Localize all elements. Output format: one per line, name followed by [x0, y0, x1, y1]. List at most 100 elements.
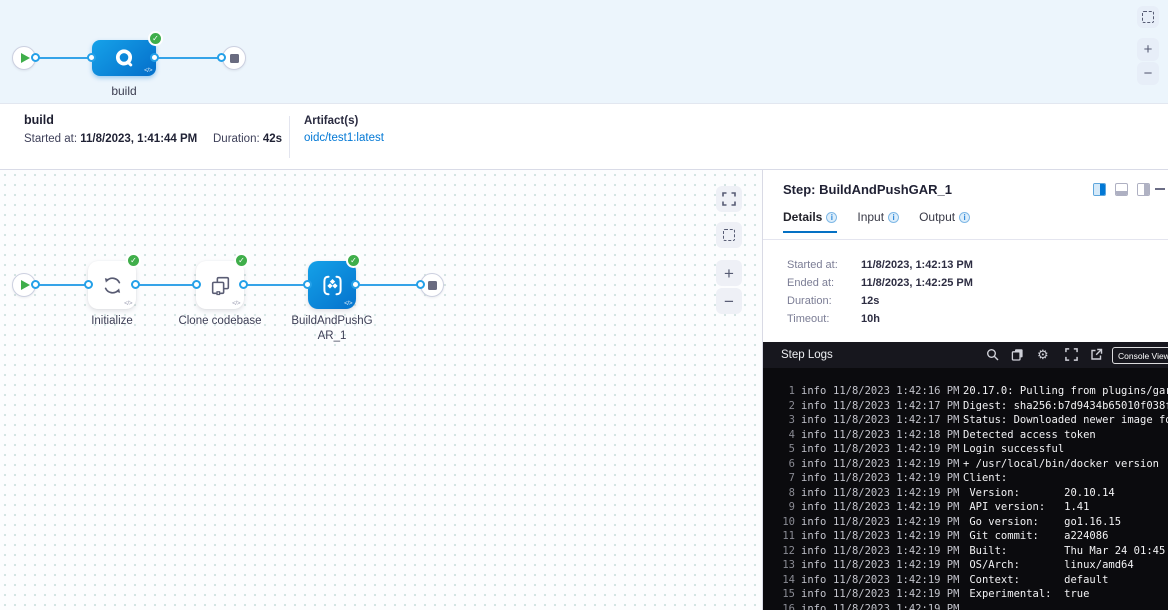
- step-logs-title: Step Logs: [781, 349, 833, 361]
- log-time: 11/8/2023 1:42:19 PM: [833, 602, 957, 610]
- log-num: 6: [781, 457, 795, 472]
- log-msg: Built: Thu Mar 24 01:45: [963, 544, 1168, 559]
- edge-port: [150, 53, 159, 62]
- step-label: BuildAndPushG AR_1: [282, 314, 382, 344]
- ci-stage-icon: [113, 47, 135, 69]
- detail-label: Started at:: [787, 259, 861, 271]
- canvas-fullscreen-button[interactable]: [716, 186, 742, 212]
- step-panel-title: Step: BuildAndPushGAR_1: [783, 182, 952, 197]
- log-line: 1info11/8/2023 1:42:16 PM20.17.0: Pullin…: [781, 384, 1168, 399]
- log-open-in-new-button[interactable]: [1090, 348, 1103, 361]
- log-msg: API version: 1.41: [963, 500, 1168, 515]
- copy-icon: [1011, 348, 1024, 361]
- log-time: 11/8/2023 1:42:19 PM: [833, 558, 957, 573]
- log-msg: Detected access token: [963, 428, 1168, 443]
- gear-icon: ⚙: [1037, 348, 1049, 361]
- stage-info-title: build: [24, 113, 54, 127]
- stage-started-at: Started at: 11/8/2023, 1:41:44 PM: [24, 133, 197, 145]
- log-num: 15: [781, 587, 795, 602]
- log-level: info: [801, 457, 827, 472]
- detail-value: 12s: [861, 295, 973, 307]
- stage-info-bar: build Started at: 11/8/2023, 1:41:44 PM …: [0, 104, 1168, 170]
- log-settings-button[interactable]: ⚙: [1037, 348, 1049, 361]
- log-search-button[interactable]: [986, 348, 999, 361]
- step-node-buildandpushgar-1[interactable]: </>: [308, 261, 356, 309]
- edge-port: [87, 53, 96, 62]
- log-time: 11/8/2023 1:42:19 PM: [833, 573, 957, 588]
- tab-details[interactable]: Details i: [783, 210, 837, 233]
- canvas-marquee-select-button[interactable]: [716, 222, 742, 248]
- tab-output[interactable]: Output i: [919, 210, 970, 233]
- stage-marquee-select-button[interactable]: [1137, 6, 1159, 28]
- stage-graph: </> ✓ build + −: [0, 0, 1168, 104]
- step-node-clone-codebase[interactable]: </>: [196, 261, 244, 309]
- log-time: 11/8/2023 1:42:16 PM: [833, 384, 957, 399]
- panel-minimize-button[interactable]: [1155, 188, 1165, 190]
- log-line: 5info11/8/2023 1:42:19 PMLogin successfu…: [781, 442, 1168, 457]
- plus-icon: +: [724, 265, 734, 282]
- log-line: 10info11/8/2023 1:42:19 PM Go version: g…: [781, 515, 1168, 530]
- edge-port: [31, 53, 40, 62]
- log-time: 11/8/2023 1:42:17 PM: [833, 399, 957, 414]
- step-edge: [353, 284, 422, 286]
- log-msg: Digest: sha256:b7d9434b65010f038f8ec: [963, 399, 1168, 414]
- detail-label: Timeout:: [787, 313, 861, 325]
- log-num: 14: [781, 573, 795, 588]
- layout-split-right-icon[interactable]: [1093, 183, 1106, 196]
- minus-icon: −: [724, 293, 734, 310]
- log-level: info: [801, 602, 827, 610]
- log-num: 1: [781, 384, 795, 399]
- layout-float-icon[interactable]: [1137, 183, 1150, 196]
- log-lines[interactable]: 1info11/8/2023 1:42:16 PM20.17.0: Pullin…: [763, 368, 1168, 610]
- log-msg: OS/Arch: linux/amd64: [963, 558, 1168, 573]
- log-time: 11/8/2023 1:42:18 PM: [833, 428, 957, 443]
- step-label-line: BuildAndPushG: [291, 315, 372, 327]
- open-in-new-icon: [1090, 348, 1103, 361]
- step-edge: [134, 284, 198, 286]
- artifact-link[interactable]: oidc/test1:latest: [304, 132, 384, 144]
- log-copy-button[interactable]: [1011, 348, 1024, 361]
- edge-port: [131, 280, 140, 289]
- expand-icon: [1065, 348, 1078, 361]
- step-tabs: Details i Input i Output i: [783, 210, 970, 233]
- log-level: info: [801, 529, 827, 544]
- stage-zoom-in-button[interactable]: +: [1137, 38, 1159, 61]
- log-level: info: [801, 573, 827, 588]
- layout-split-bottom-icon[interactable]: [1115, 183, 1128, 196]
- log-num: 9: [781, 500, 795, 515]
- clone-codebase-icon: [209, 274, 232, 297]
- play-icon: [21, 280, 30, 290]
- log-level: info: [801, 515, 827, 530]
- stage-label: build: [92, 84, 156, 98]
- code-chevron-icon: </>: [124, 300, 132, 307]
- step-node-initialize[interactable]: </>: [88, 261, 136, 309]
- edge-port: [239, 280, 248, 289]
- log-line: 11info11/8/2023 1:42:19 PM Git commit: a…: [781, 529, 1168, 544]
- tab-label: Details: [783, 210, 822, 224]
- console-view-button[interactable]: Console View: [1112, 347, 1168, 364]
- log-time: 11/8/2023 1:42:17 PM: [833, 413, 957, 428]
- stage-zoom-out-button[interactable]: −: [1137, 62, 1159, 85]
- log-time: 11/8/2023 1:42:19 PM: [833, 486, 957, 501]
- success-badge-icon: ✓: [148, 31, 163, 46]
- detail-value: 11/8/2023, 1:42:25 PM: [861, 277, 973, 289]
- log-fullscreen-button[interactable]: [1065, 348, 1078, 361]
- log-level: info: [801, 558, 827, 573]
- code-chevron-icon: </>: [232, 300, 240, 307]
- detail-value: 10h: [861, 313, 973, 325]
- step-label-line: AR_1: [318, 330, 347, 342]
- stage-node-build[interactable]: </>: [92, 40, 156, 76]
- log-msg: Experimental: true: [963, 587, 1168, 602]
- log-level: info: [801, 486, 827, 501]
- tab-input[interactable]: Input i: [857, 210, 899, 233]
- info-icon: i: [888, 212, 899, 223]
- canvas-zoom-in-button[interactable]: +: [716, 260, 742, 286]
- log-line: 7info11/8/2023 1:42:19 PMClient:: [781, 471, 1168, 486]
- log-num: 11: [781, 529, 795, 544]
- log-line: 15info11/8/2023 1:42:19 PM Experimental:…: [781, 587, 1168, 602]
- canvas-zoom-out-button[interactable]: −: [716, 288, 742, 314]
- execution-graph-canvas[interactable]: </> ✓ Initialize </> ✓ Clone codebase: [0, 170, 762, 610]
- log-num: 16: [781, 602, 795, 610]
- log-num: 5: [781, 442, 795, 457]
- marquee-icon: [1142, 11, 1154, 23]
